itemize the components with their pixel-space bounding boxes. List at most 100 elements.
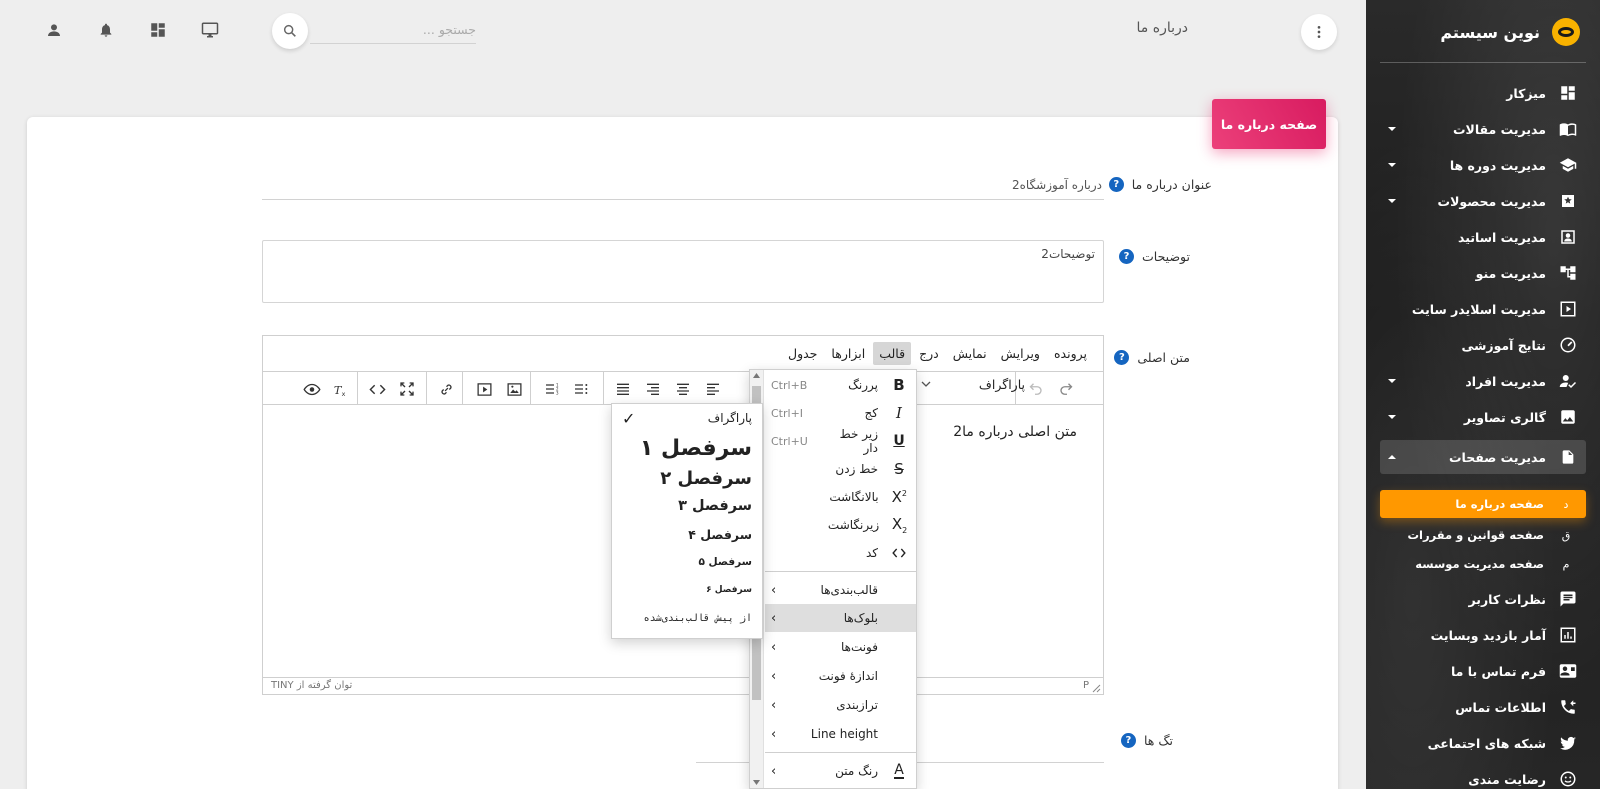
block-heading-2-item[interactable]: سرفصل ۲ bbox=[612, 464, 762, 492]
format-subscript-item[interactable]: زیرنگاشت X2 bbox=[765, 511, 916, 539]
help-icon[interactable]: ? bbox=[1119, 249, 1135, 264]
format-code-item[interactable]: کد bbox=[765, 539, 916, 567]
sidebar-item-results[interactable]: نتایج آموزشی bbox=[1380, 328, 1586, 362]
title-input[interactable] bbox=[262, 170, 1104, 200]
menu-format[interactable]: قالب bbox=[873, 341, 912, 365]
help-icon[interactable]: ? bbox=[1108, 177, 1124, 192]
format-italic-item[interactable]: Ctrl+I کج I bbox=[765, 399, 916, 427]
sidebar-item-contact-form[interactable]: فرم تماس با ما bbox=[1380, 654, 1586, 688]
sidebar-item-articles[interactable]: مدیریت مقالات bbox=[1380, 112, 1586, 146]
menu-edit[interactable]: ویرایش bbox=[995, 342, 1046, 365]
sidebar-item-pages[interactable]: مدیریت صفحات bbox=[1380, 440, 1586, 474]
block-heading-3-item[interactable]: سرفصل ۳ bbox=[612, 492, 762, 520]
sidebar-subitem-management[interactable]: م صفحه مدیریت موسسه bbox=[1380, 550, 1586, 578]
format-line-height-submenu[interactable]: ‹ Line height bbox=[765, 720, 916, 748]
sidebar-item-menu[interactable]: مدیریت منو bbox=[1380, 256, 1586, 290]
sidebar-item-contact-info[interactable]: اطلاعات تماس bbox=[1380, 690, 1586, 724]
align-justify-button[interactable] bbox=[610, 376, 636, 402]
sidebar-item-dashboard[interactable]: میزکار bbox=[1380, 76, 1586, 110]
menu-item-label: کج bbox=[864, 406, 878, 420]
menu-table[interactable]: جدول bbox=[782, 342, 823, 365]
format-bold-item[interactable]: Ctrl+B پررنگ B bbox=[765, 371, 916, 399]
format-align-submenu[interactable]: ‹ ترازبندی bbox=[765, 691, 916, 719]
block-format-select[interactable]: پاراگراف bbox=[917, 371, 1029, 397]
scroll-down-arrow-icon[interactable] bbox=[752, 778, 761, 786]
block-heading-6-item[interactable]: سرفصل ۶ bbox=[612, 576, 762, 604]
notifications-button[interactable] bbox=[94, 18, 118, 42]
format-superscript-item[interactable]: بالانگاشت X2 bbox=[765, 483, 916, 511]
search-button[interactable] bbox=[272, 13, 308, 49]
align-right-button[interactable] bbox=[640, 376, 666, 402]
format-underline-item[interactable]: Ctrl+U زیر خط دار U bbox=[765, 427, 916, 455]
resize-handle-icon[interactable] bbox=[1091, 683, 1101, 693]
align-left-button[interactable] bbox=[700, 376, 726, 402]
insert-link-button[interactable] bbox=[433, 376, 459, 402]
insert-media-button[interactable] bbox=[471, 376, 497, 402]
dashboard-button[interactable] bbox=[146, 18, 170, 42]
dashboard-icon bbox=[151, 23, 165, 37]
format-font-size-submenu[interactable]: ‹ اندازهٔ فونت bbox=[765, 662, 916, 690]
sidebar-item-social[interactable]: شبکه های اجتماعی bbox=[1380, 726, 1586, 760]
sidebar-item-comments[interactable]: نظرات کاربر bbox=[1380, 582, 1586, 616]
sidebar-item-gallery[interactable]: گالری تصاویر bbox=[1380, 400, 1586, 434]
block-heading-5-item[interactable]: سرفصل ۵ bbox=[612, 548, 762, 576]
sidebar-item-label: آمار بازدید وبسایت bbox=[1430, 627, 1546, 643]
menu-item-label: ترازبندی bbox=[836, 698, 878, 712]
profile-button[interactable] bbox=[42, 18, 66, 42]
preview-button[interactable] bbox=[299, 376, 325, 402]
format-strikethrough-item[interactable]: خط زدن S bbox=[765, 455, 916, 483]
element-path[interactable]: P bbox=[1083, 680, 1089, 691]
monitor-button[interactable] bbox=[198, 18, 222, 42]
sidebar-item-people[interactable]: مدیریت افراد bbox=[1380, 364, 1586, 398]
more-options-button[interactable] bbox=[1301, 14, 1337, 50]
sidebar-item-label: مدیریت دوره ها bbox=[1449, 157, 1546, 173]
block-heading-4-item[interactable]: سرفصل ۴ bbox=[612, 520, 762, 548]
menu-insert[interactable]: درج bbox=[913, 342, 945, 365]
format-text-color-submenu[interactable]: ‹ رنگ متن A bbox=[765, 757, 916, 785]
block-preformatted-item[interactable]: از پیش قالب‌بندی‌شده bbox=[612, 604, 762, 632]
tiny-branding[interactable]: توان گرفته از TINY bbox=[271, 680, 352, 691]
menu-item-label: رنگ متن bbox=[835, 764, 878, 778]
sidebar-item-products[interactable]: مدیریت محصولات bbox=[1380, 184, 1586, 218]
sidebar-item-slider[interactable]: مدیریت اسلایدر سایت bbox=[1380, 292, 1586, 326]
search-input[interactable] bbox=[310, 16, 476, 42]
block-heading-1-item[interactable]: سرفصل ۱ bbox=[612, 432, 762, 464]
align-center-icon bbox=[677, 383, 689, 395]
brand[interactable]: نوین سیستم bbox=[1440, 14, 1580, 50]
description-textarea[interactable]: توضیحات2 bbox=[262, 240, 1104, 303]
page-title: درباره ما bbox=[1136, 20, 1188, 36]
format-blocks-submenu[interactable]: ‹ بلوک‌ها bbox=[765, 604, 916, 632]
sidebar-item-courses[interactable]: مدیریت دوره ها bbox=[1380, 148, 1586, 182]
menu-file[interactable]: پرونده bbox=[1048, 342, 1093, 365]
sidebar-item-stats[interactable]: آمار بازدید وبسایت bbox=[1380, 618, 1586, 652]
editor-menubar: پرونده ویرایش نمایش درج قالب ابزارها جدو… bbox=[780, 336, 1103, 370]
block-paragraph-item[interactable]: ✓ پاراگراف bbox=[612, 404, 762, 432]
sidebar-subitem-rules[interactable]: ق صفحه قوانین و مقررات bbox=[1380, 521, 1586, 549]
format-formats-submenu[interactable]: ‹ قالب‌بندی‌ها bbox=[765, 576, 916, 604]
numbered-list-button[interactable]: 123 bbox=[539, 376, 565, 402]
help-icon[interactable]: ? bbox=[1114, 350, 1130, 365]
help-icon[interactable]: ? bbox=[1120, 733, 1136, 748]
scroll-up-arrow-icon[interactable] bbox=[752, 372, 761, 380]
sidebar-subitem-about[interactable]: د صفحه درباره ما bbox=[1380, 490, 1586, 518]
insert-image-button[interactable] bbox=[501, 376, 527, 402]
menu-tools[interactable]: ابزارها bbox=[825, 342, 871, 365]
editor-statusbar: توان گرفته از TINY P bbox=[263, 677, 1103, 694]
editor-content[interactable]: متن اصلی درباره ما2 bbox=[953, 424, 1077, 440]
image-icon bbox=[1558, 407, 1578, 427]
menu-item-label: بالانگاشت bbox=[829, 490, 879, 504]
format-fonts-submenu[interactable]: ‹ فونت‌ها bbox=[765, 633, 916, 661]
bullet-list-button[interactable] bbox=[568, 376, 594, 402]
menu-view[interactable]: نمایش bbox=[947, 342, 993, 365]
block-label: سرفصل ۶ bbox=[706, 585, 752, 595]
redo-button[interactable] bbox=[1054, 376, 1080, 402]
fullscreen-button[interactable] bbox=[394, 376, 420, 402]
sidebar-item-label: مدیریت محصولات bbox=[1437, 193, 1546, 209]
source-code-button[interactable] bbox=[364, 376, 390, 402]
clear-formatting-button[interactable]: Tx bbox=[326, 376, 352, 402]
align-center-button[interactable] bbox=[670, 376, 696, 402]
sidebar-item-satisfaction[interactable]: رضایت مندی bbox=[1380, 762, 1586, 789]
sidebar-item-teachers[interactable]: مدیریت اساتید bbox=[1380, 220, 1586, 254]
page-icon bbox=[1558, 447, 1578, 467]
chevron-left-icon: ‹ bbox=[771, 610, 777, 626]
